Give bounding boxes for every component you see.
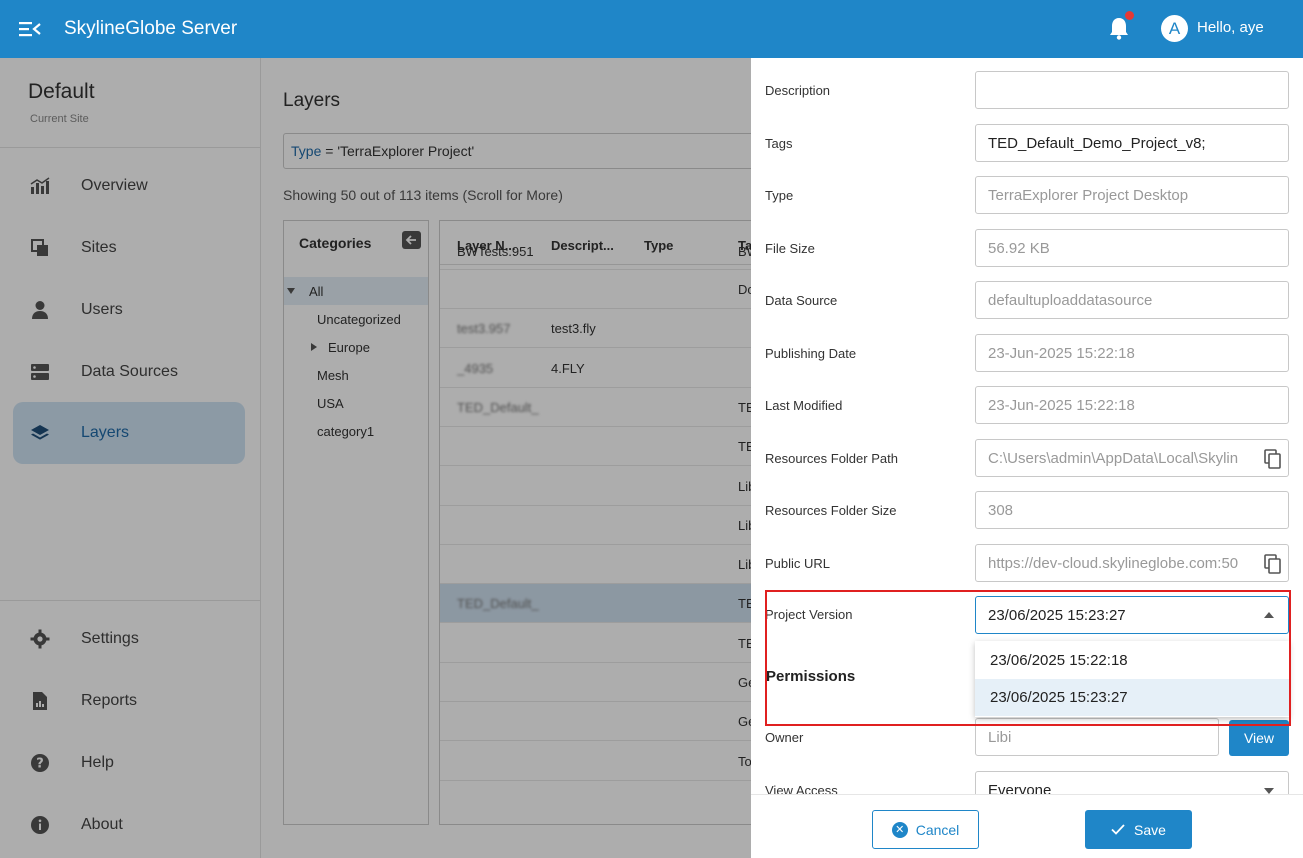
field-input[interactable]: defaultuploaddatasource bbox=[975, 281, 1289, 319]
field-label: Public URL bbox=[765, 556, 831, 571]
drawer-footer: ✕ Cancel Save bbox=[751, 794, 1303, 858]
check-icon bbox=[1111, 824, 1125, 835]
field-label: Resources Folder Size bbox=[765, 503, 897, 518]
field-value: 308 bbox=[988, 502, 1014, 519]
field-label: Publishing Date bbox=[765, 346, 857, 361]
field-label: Last Modified bbox=[765, 398, 843, 413]
cancel-label: Cancel bbox=[915, 821, 960, 838]
field-label: File Size bbox=[765, 241, 815, 256]
field-label: Description bbox=[765, 83, 831, 98]
field-label: Resources Folder Path bbox=[765, 451, 898, 466]
field-label: Data Source bbox=[765, 293, 838, 308]
user-greeting[interactable]: Hello, aye bbox=[1197, 19, 1264, 36]
top-bar: SkylineGlobe Server A Hello, aye bbox=[0, 0, 1303, 58]
field-value: https://dev-cloud.skylineglobe.com:50 bbox=[988, 555, 1239, 572]
field-input[interactable]: 56.92 KB bbox=[975, 229, 1289, 267]
field-input[interactable]: TED_Default_Demo_Project_v8; bbox=[975, 124, 1289, 162]
field-label: Tags bbox=[765, 136, 793, 151]
save-label: Save bbox=[1134, 821, 1166, 838]
layer-properties-drawer: Description Tags TED_Default_Demo_Project_… bbox=[751, 58, 1303, 858]
highlight-box bbox=[765, 590, 1291, 726]
field-value: C:\Users\admin\AppData\Local\Skylin bbox=[988, 450, 1239, 467]
notification-dot bbox=[1125, 11, 1134, 20]
cancel-button[interactable]: ✕ Cancel bbox=[872, 810, 979, 849]
copy-icon[interactable] bbox=[1264, 449, 1282, 469]
menu-collapse-icon[interactable] bbox=[19, 20, 41, 38]
close-icon: ✕ bbox=[891, 821, 908, 838]
app-title: SkylineGlobe Server bbox=[64, 18, 238, 39]
field-value: 23-Jun-2025 15:22:18 bbox=[988, 397, 1135, 414]
field-value: TED_Default_Demo_Project_v8; bbox=[988, 135, 1206, 152]
field-input[interactable]: 23-Jun-2025 15:22:18 bbox=[975, 386, 1289, 424]
field-input[interactable]: C:\Users\admin\AppData\Local\Skylin bbox=[975, 439, 1289, 477]
field-input[interactable]: 23-Jun-2025 15:22:18 bbox=[975, 334, 1289, 372]
field-value: TerraExplorer Project Desktop bbox=[988, 187, 1189, 204]
field-value: 56.92 KB bbox=[988, 240, 1050, 257]
avatar[interactable]: A bbox=[1161, 15, 1188, 42]
field-label: Type bbox=[765, 188, 794, 203]
modal-backdrop[interactable] bbox=[0, 58, 751, 858]
owner-label: Owner bbox=[765, 730, 804, 745]
field-value: 23-Jun-2025 15:22:18 bbox=[988, 345, 1135, 362]
copy-icon[interactable] bbox=[1264, 554, 1282, 574]
field-input[interactable]: TerraExplorer Project Desktop bbox=[975, 176, 1289, 214]
field-input[interactable]: https://dev-cloud.skylineglobe.com:50 bbox=[975, 544, 1289, 582]
field-value: defaultuploaddatasource bbox=[988, 292, 1153, 309]
save-button[interactable]: Save bbox=[1085, 810, 1192, 849]
field-input[interactable] bbox=[975, 71, 1289, 109]
field-input[interactable]: 308 bbox=[975, 491, 1289, 529]
